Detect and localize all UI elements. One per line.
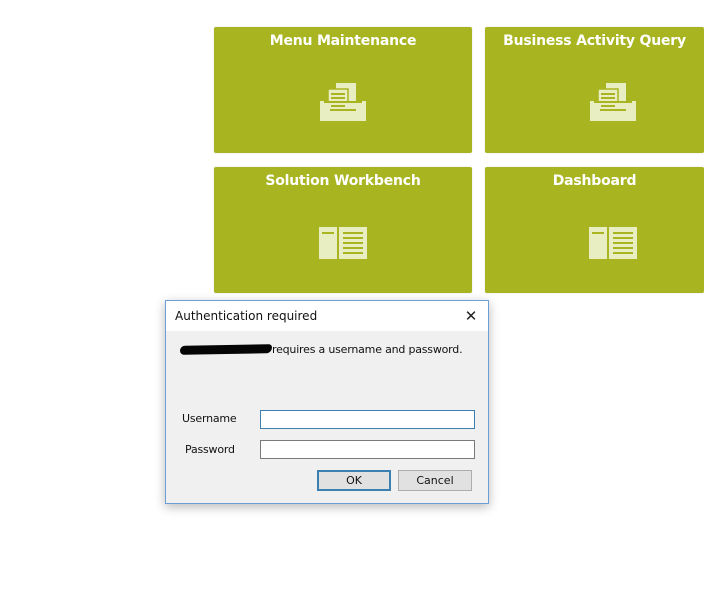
tile-dashboard[interactable]: Dashboard [485,167,704,293]
auth-dialog: Authentication required ✕ requires a use… [165,300,489,504]
auth-message: requires a username and password. [272,343,463,356]
tile-title: Solution Workbench [265,173,421,189]
username-label: Username [182,412,237,425]
cancel-button[interactable]: Cancel [398,470,472,491]
password-label: Password [185,443,235,456]
tile-solution-workbench[interactable]: Solution Workbench [214,167,472,293]
tile-title: Menu Maintenance [269,33,417,49]
tile-title: Dashboard [552,173,637,189]
open-book-icon [319,227,367,259]
tile-business-activity-query[interactable]: Business Activity Query [485,27,704,153]
dialog-title: Authentication required [175,309,318,323]
redacted-host [179,344,273,355]
username-field[interactable] [260,410,475,429]
tile-title: Business Activity Query [503,33,686,49]
open-book-icon [589,227,637,259]
password-field[interactable] [260,440,475,459]
close-icon[interactable]: ✕ [460,305,482,327]
dialog-titlebar[interactable]: Authentication required ✕ [166,301,488,331]
documents-tray-icon [320,83,366,121]
documents-tray-icon [590,83,636,121]
page: Menu Maintenance Business Activity Query [0,0,704,611]
tile-menu-maintenance[interactable]: Menu Maintenance [214,27,472,153]
ok-button[interactable]: OK [317,470,391,491]
